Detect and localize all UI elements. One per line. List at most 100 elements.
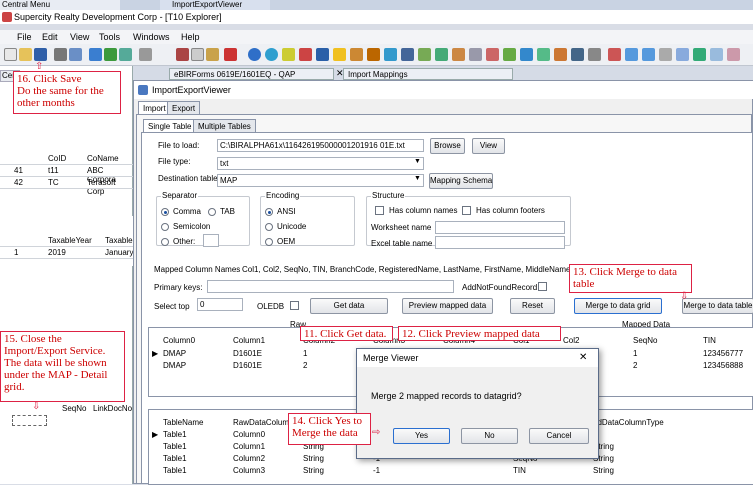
- table-cell: String: [303, 466, 324, 475]
- sort-icon[interactable]: [693, 48, 706, 61]
- filetype-select[interactable]: txt: [217, 157, 424, 170]
- has-column-footers-checkbox[interactable]: [462, 206, 471, 215]
- other-input[interactable]: [203, 234, 219, 247]
- table-cell: 2: [303, 361, 308, 370]
- help-icon[interactable]: [248, 48, 261, 61]
- delete-icon[interactable]: [224, 48, 237, 61]
- paste-icon[interactable]: [206, 48, 219, 61]
- save-icon[interactable]: [34, 48, 47, 61]
- chart2-icon[interactable]: [710, 48, 723, 61]
- has-column-names-checkbox[interactable]: [375, 206, 384, 215]
- go-icon[interactable]: [119, 48, 132, 61]
- funnel-icon[interactable]: [659, 48, 672, 61]
- cancel-button[interactable]: Cancel: [529, 428, 589, 444]
- mapping-schema-button[interactable]: Mapping Schema: [429, 173, 493, 189]
- primary-keys-input[interactable]: [207, 280, 454, 293]
- no-button[interactable]: No: [461, 428, 518, 444]
- pin-icon[interactable]: [486, 48, 499, 61]
- export-icon[interactable]: [435, 48, 448, 61]
- menu-view[interactable]: View: [70, 32, 89, 42]
- browse-button[interactable]: Browse: [430, 138, 465, 154]
- user-icon[interactable]: [537, 48, 550, 61]
- preview-mapped-data-button[interactable]: Preview mapped data: [402, 298, 493, 314]
- g-icon[interactable]: [367, 48, 380, 61]
- tab-import-mappings[interactable]: Import Mappings: [343, 68, 513, 80]
- copy-icon[interactable]: [191, 48, 204, 61]
- chevron-down-icon[interactable]: ▼: [414, 158, 421, 165]
- tab-single-table[interactable]: Single Table: [143, 119, 197, 133]
- worksheet-input[interactable]: [435, 221, 565, 234]
- open-icon[interactable]: [19, 48, 32, 61]
- window-titlebar: ImportExportViewer: [134, 81, 753, 99]
- import-export-viewer-bg-tab[interactable]: ImportExportViewer: [160, 0, 270, 10]
- filter-icon[interactable]: [625, 48, 638, 61]
- table-icon[interactable]: [401, 48, 414, 61]
- calculator-icon[interactable]: [282, 48, 295, 61]
- reset-button[interactable]: Reset: [510, 298, 555, 314]
- report-icon[interactable]: [418, 48, 431, 61]
- file-input[interactable]: C:\BIRALPHA61x\116426195000001201916 01E…: [217, 139, 424, 152]
- refresh-icon[interactable]: [104, 48, 117, 61]
- users-icon[interactable]: [554, 48, 567, 61]
- chart-icon[interactable]: [384, 48, 397, 61]
- info-icon[interactable]: [265, 48, 278, 61]
- unicode-radio[interactable]: [265, 223, 273, 231]
- menu-edit[interactable]: Edit: [42, 32, 58, 42]
- separator-title: Separator: [161, 191, 199, 200]
- table-cell: 42: [14, 178, 23, 187]
- tab-import[interactable]: Import: [138, 101, 171, 115]
- detail-cell[interactable]: [12, 415, 47, 426]
- oledb-label: OLEDB: [257, 302, 285, 311]
- tab-export[interactable]: Export: [167, 101, 201, 115]
- key-icon[interactable]: [503, 48, 516, 61]
- other-radio[interactable]: [161, 238, 169, 246]
- table-cell: 2019: [48, 248, 66, 257]
- mail-icon[interactable]: [571, 48, 584, 61]
- tab-radio[interactable]: [208, 208, 216, 216]
- menu-help[interactable]: Help: [181, 32, 200, 42]
- menu-file[interactable]: File: [17, 32, 32, 42]
- preview-icon[interactable]: [69, 48, 82, 61]
- comma-radio[interactable]: [161, 208, 169, 216]
- print-icon[interactable]: [54, 48, 67, 61]
- menu-windows[interactable]: Windows: [133, 32, 170, 42]
- search-icon[interactable]: [139, 48, 152, 61]
- close-icon[interactable]: ✕: [579, 352, 587, 363]
- grid-header: CoName: [87, 154, 119, 163]
- dollar-icon[interactable]: [316, 48, 329, 61]
- cm-icon[interactable]: [299, 48, 312, 61]
- funnel-clear-icon[interactable]: [676, 48, 689, 61]
- star-icon[interactable]: [333, 48, 346, 61]
- globe-icon[interactable]: [520, 48, 533, 61]
- dest-select[interactable]: MAP: [217, 174, 424, 187]
- settings-icon[interactable]: [588, 48, 601, 61]
- chevron-down-icon[interactable]: ▼: [414, 175, 421, 182]
- lock-icon[interactable]: [452, 48, 465, 61]
- more-icon[interactable]: [727, 48, 740, 61]
- bell-icon[interactable]: [469, 48, 482, 61]
- select-top-input[interactable]: 0: [197, 298, 243, 311]
- menu-tools[interactable]: Tools: [99, 32, 120, 42]
- merge-to-data-table-button[interactable]: Merge to data table: [682, 298, 753, 314]
- tab-ebirforms[interactable]: eBIRForms 0619E/1601EQ - QAP: [169, 68, 334, 80]
- cut-icon[interactable]: [176, 48, 189, 61]
- table-cell: 123456888: [703, 361, 744, 370]
- filter2-icon[interactable]: [642, 48, 655, 61]
- new-icon[interactable]: [4, 48, 17, 61]
- central-menu-tab[interactable]: Central Menu: [0, 0, 120, 10]
- semicolon-radio[interactable]: [161, 223, 169, 231]
- stop-icon[interactable]: [608, 48, 621, 61]
- ansi-radio[interactable]: [265, 208, 273, 216]
- merge-to-data-grid-button[interactable]: Merge to data grid: [574, 298, 662, 314]
- yes-button[interactable]: Yes: [393, 428, 450, 444]
- tab-multiple-tables[interactable]: Multiple Tables: [193, 119, 256, 133]
- up-icon[interactable]: [89, 48, 102, 61]
- grid-header: Taxable: [105, 236, 133, 245]
- get-data-button[interactable]: Get data: [310, 298, 388, 314]
- tool-icon[interactable]: [350, 48, 363, 61]
- excel-table-input[interactable]: [435, 236, 565, 249]
- oledb-checkbox[interactable]: [290, 301, 299, 310]
- add-not-found-checkbox[interactable]: [538, 282, 547, 291]
- view-button[interactable]: View: [472, 138, 505, 154]
- oem-radio[interactable]: [265, 238, 273, 246]
